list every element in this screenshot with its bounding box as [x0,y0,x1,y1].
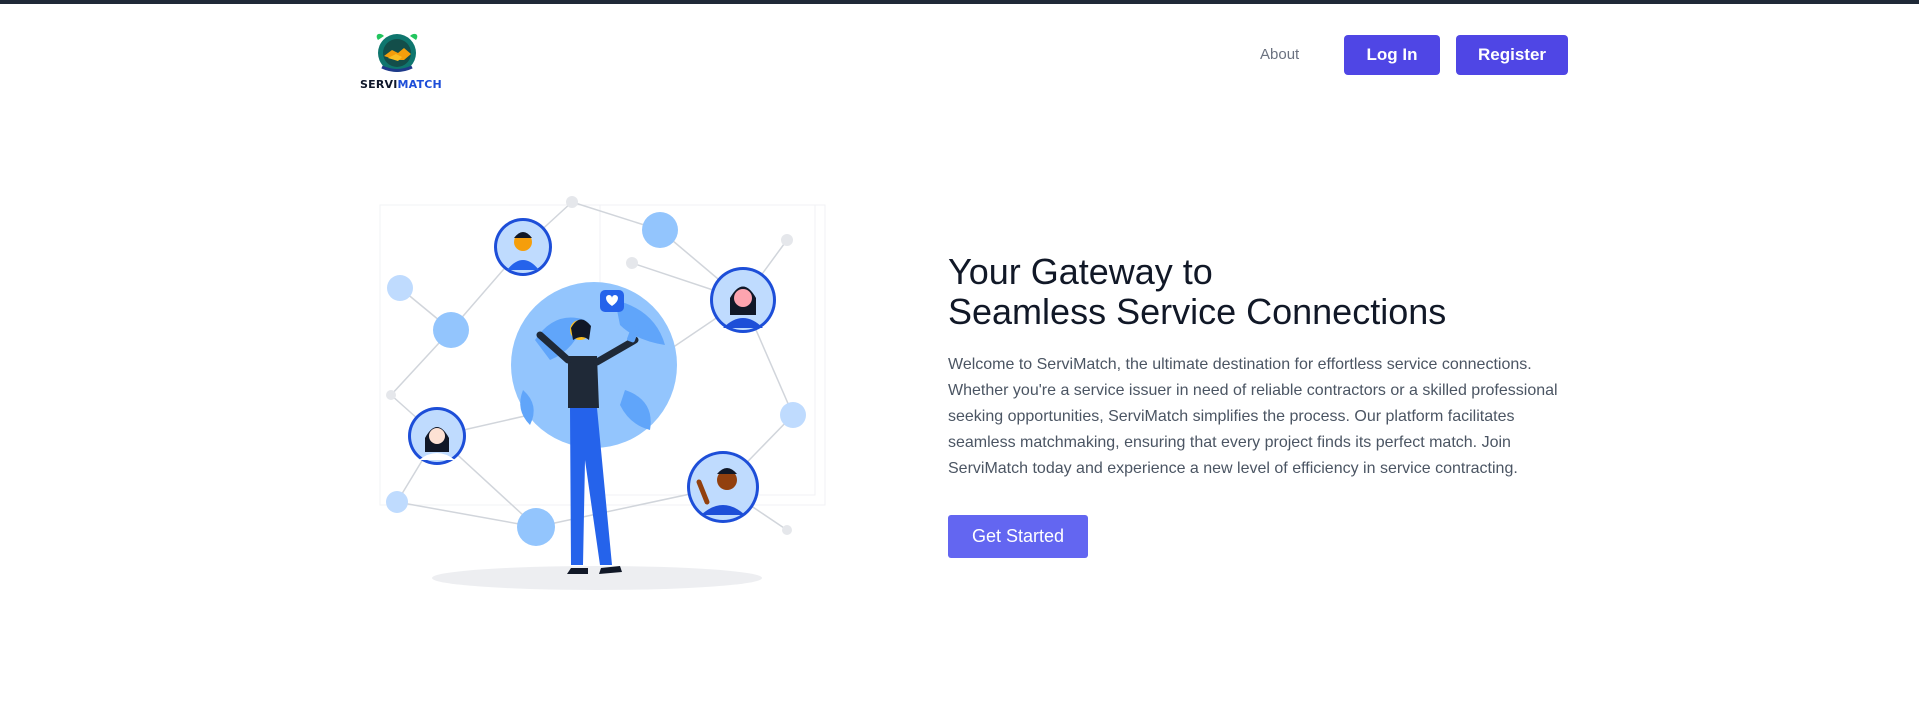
hero-title: Your Gateway to Seamless Service Connect… [948,252,1648,332]
hero-description: Welcome to ServiMatch, the ultimate dest… [948,356,1558,477]
logo-wordmark: SERVIMATCH [360,78,442,91]
get-started-button[interactable]: Get Started [948,515,1088,558]
hero-title-line2: Seamless Service Connections [948,291,1447,332]
browser-top-border [0,0,1919,4]
person-bottom-right-avatar [687,451,759,523]
hero-title-line1: Your Gateway to [948,251,1213,292]
global-network-illustration [379,196,826,590]
person-left-avatar [408,407,466,465]
handshake-icon [376,33,418,72]
login-button[interactable]: Log In [1344,35,1440,75]
person-top-avatar [494,218,552,276]
person-right-avatar [710,267,776,333]
nav-about-link[interactable]: About [1260,46,1299,63]
register-button[interactable]: Register [1456,35,1568,75]
servimatch-logo[interactable]: SERVIMATCH [360,30,442,92]
